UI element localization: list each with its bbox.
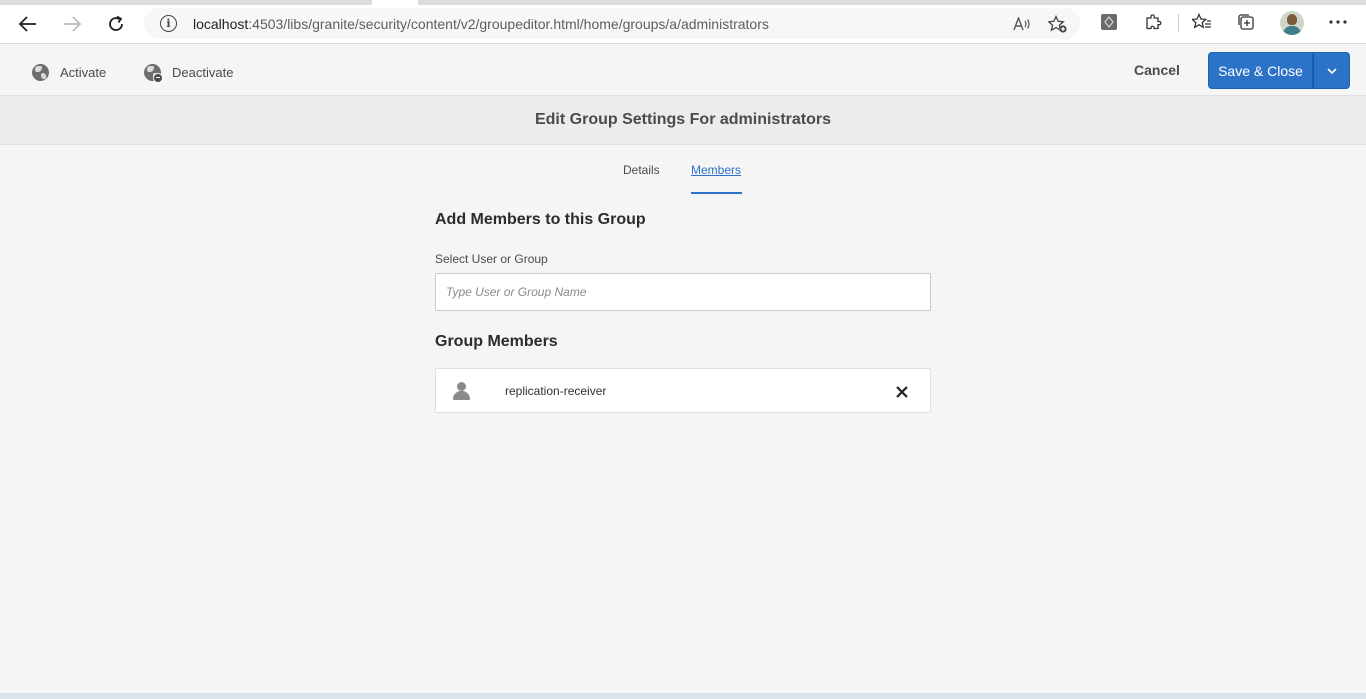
tab-details[interactable]: Details [623, 163, 660, 177]
tab-members[interactable]: Members [691, 163, 741, 177]
save-options-dropdown[interactable] [1313, 52, 1350, 89]
extensions-puzzle-icon[interactable] [1142, 11, 1164, 33]
back-arrow-icon[interactable] [14, 10, 42, 38]
address-bar[interactable]: i localhost:4503/libs/granite/security/c… [144, 8, 1080, 39]
bottom-strip [0, 693, 1366, 699]
user-group-search-input[interactable] [435, 273, 931, 311]
group-members-heading: Group Members [435, 333, 558, 350]
page-title: Edit Group Settings For administrators [534, 111, 832, 128]
toolbar-divider [1178, 14, 1179, 32]
cancel-button[interactable]: Cancel [1124, 58, 1190, 82]
collections-icon[interactable] [1235, 11, 1257, 33]
active-tab-indicator [691, 192, 742, 194]
close-icon [896, 386, 908, 398]
member-name: replication-receiver [505, 384, 607, 398]
chevron-down-icon [1326, 67, 1337, 74]
read-aloud-icon[interactable] [1011, 13, 1033, 35]
save-close-button[interactable]: Save & Close [1208, 52, 1313, 89]
user-icon [453, 382, 470, 400]
activate-label: Activate [60, 64, 107, 80]
add-members-heading: Add Members to this Group [435, 211, 646, 228]
deactivate-label: Deactivate [172, 64, 234, 80]
reload-icon[interactable] [102, 10, 130, 38]
more-menu-icon[interactable] [1327, 11, 1349, 33]
browser-active-tab[interactable] [372, 0, 418, 5]
extension-app-icon[interactable] [1098, 11, 1120, 33]
add-favorite-icon[interactable] [1047, 13, 1069, 35]
site-info-icon[interactable]: i [160, 15, 177, 32]
address-url[interactable]: localhost:4503/libs/granite/security/con… [193, 16, 769, 32]
activate-button[interactable]: Activate [32, 61, 106, 83]
deactivate-button[interactable]: Deactivate [144, 61, 233, 83]
action-bar: Activate Deactivate Cancel Save & Close [0, 44, 1366, 96]
title-bar: Edit Group Settings For administrators [0, 96, 1366, 145]
profile-avatar[interactable] [1280, 11, 1304, 35]
favorites-icon[interactable] [1191, 11, 1213, 33]
select-user-label: Select User or Group [435, 252, 548, 266]
globe-minus-icon [144, 63, 172, 83]
remove-member-button[interactable] [891, 381, 913, 403]
member-row: replication-receiver [435, 368, 931, 413]
browser-toolbar: i localhost:4503/libs/granite/security/c… [0, 0, 1366, 44]
browser-tabstrip [0, 0, 1366, 5]
globe-icon [32, 63, 49, 81]
forward-arrow-icon[interactable] [58, 10, 86, 38]
